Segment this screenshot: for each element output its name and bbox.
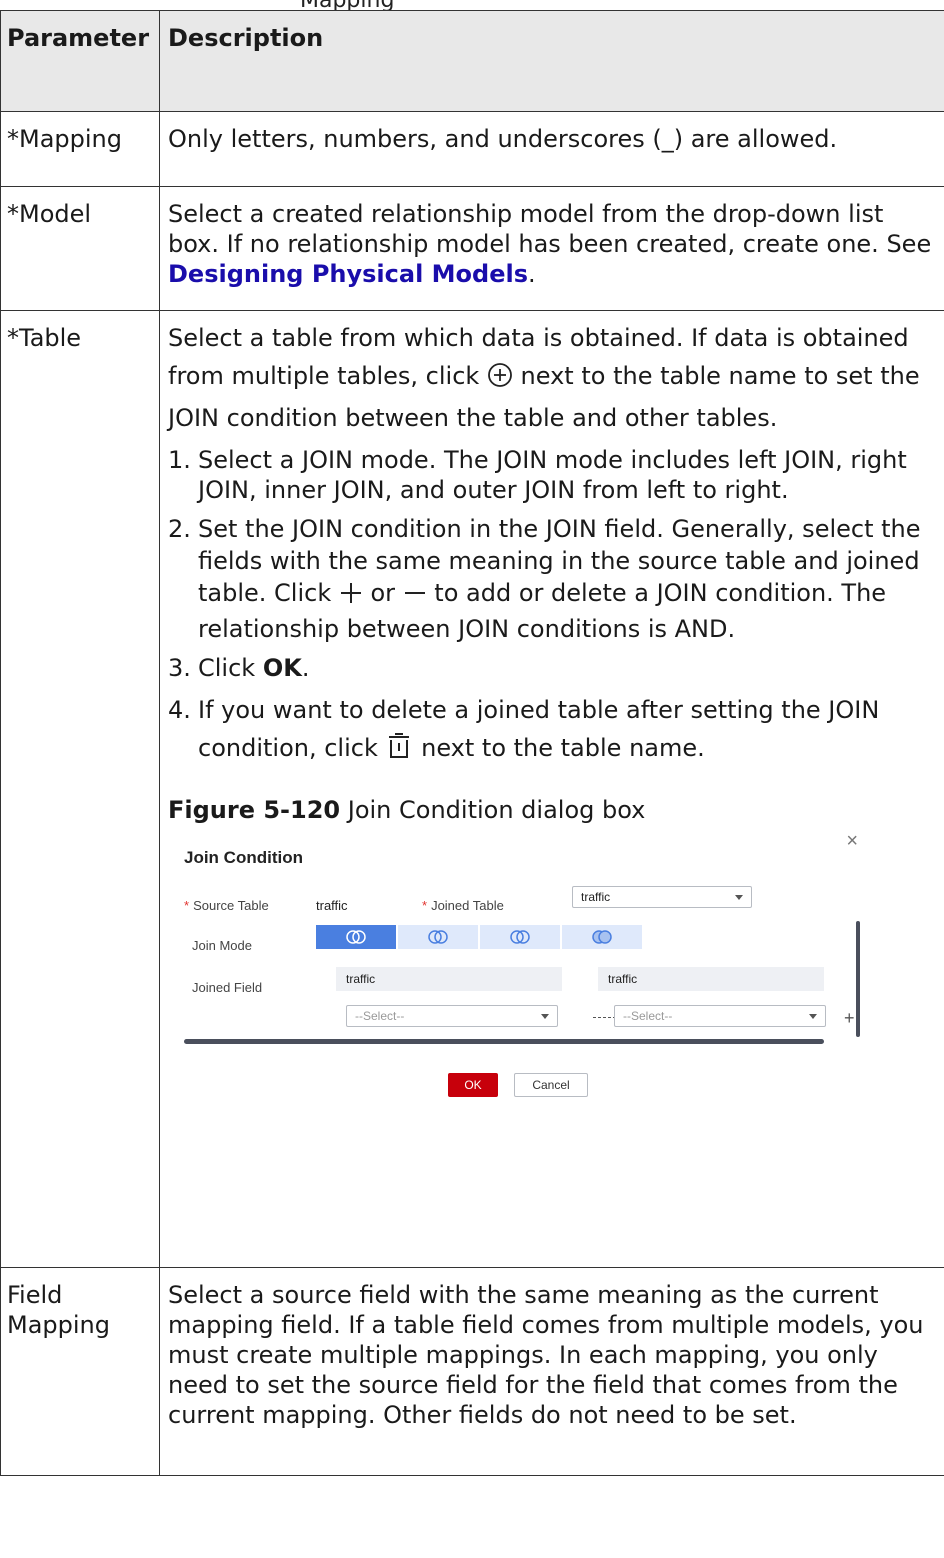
dialog-title: Join Condition (184, 848, 303, 867)
join-condition-dialog: Join Condition × * Source Table traffic *… (168, 831, 868, 1097)
ok-button[interactable]: OK (448, 1073, 498, 1097)
left-field-select[interactable]: --Select-- (346, 1005, 558, 1027)
cancel-button[interactable]: Cancel (514, 1073, 588, 1097)
join-mode-right-button[interactable] (398, 925, 478, 949)
list-item: 2. Set the JOIN condition in the JOIN fie… (168, 513, 938, 645)
source-table-value: traffic (316, 898, 348, 913)
designing-physical-models-link[interactable]: Designing Physical Models (168, 260, 528, 288)
vertical-scrollbar[interactable] (856, 921, 860, 1037)
chevron-down-icon (735, 895, 743, 900)
outer-join-icon (592, 930, 612, 944)
inner-join-icon (510, 930, 530, 944)
desc-model: Select a created relationship model from… (159, 186, 944, 311)
add-circle-icon (487, 361, 513, 399)
join-mode-inner-button[interactable] (480, 925, 560, 949)
step-text: Select a JOIN mode. The JOIN mode includ… (198, 446, 907, 504)
parameter-table: Parameter Description *Mapping Only lett… (0, 10, 944, 1476)
right-join-icon (428, 930, 448, 944)
table-row: *Model Select a created relationship mod… (0, 186, 944, 311)
step-text-end: . (301, 654, 310, 682)
plus-icon (339, 581, 363, 613)
figure-caption: Figure 5-120 Join Condition dialog box (168, 795, 938, 825)
join-mode-left-button[interactable] (316, 925, 396, 949)
required-mark: * (184, 898, 190, 913)
step-number: 4. (168, 696, 191, 724)
table-row: *Mapping Only letters, numbers, and unde… (0, 111, 944, 187)
list-item: 3. Click OK. (168, 653, 938, 683)
param-table: *Table (0, 310, 160, 1268)
joined-table-label-text: Joined Table (431, 898, 504, 913)
table-row: Field Mapping Select a source field with… (0, 1267, 944, 1476)
param-field-mapping: Field Mapping (0, 1267, 160, 1476)
join-mode-label: Join Mode (192, 938, 252, 953)
join-mode-outer-button[interactable] (562, 925, 642, 949)
desc-table-intro: Select a table from which data is obtain… (168, 319, 938, 437)
param-model: *Model (0, 186, 160, 311)
right-field-select[interactable]: --Select-- (614, 1005, 826, 1027)
desc-model-end: . (528, 260, 536, 288)
joined-field-label: Joined Field (192, 980, 263, 995)
param-mapping: *Mapping (0, 111, 160, 187)
step-number: 2. (168, 515, 191, 543)
source-table-label-text: Source Table (193, 898, 269, 913)
desc-field-mapping: Select a source field with the same mean… (159, 1267, 944, 1476)
desc-mapping: Only letters, numbers, and underscores (… (159, 111, 944, 187)
joined-table-label: * Joined Table (422, 891, 504, 921)
joined-table-select-value: traffic (581, 890, 611, 904)
trash-icon (385, 732, 413, 771)
left-field-header: traffic (336, 967, 562, 991)
step-number: 1. (168, 446, 191, 474)
chevron-down-icon (809, 1014, 817, 1019)
figure-label: Figure 5-120 (168, 796, 341, 824)
step-bold-ok: OK (262, 654, 302, 682)
list-item: 1. Select a JOIN mode. The JOIN mode incl… (168, 445, 938, 505)
join-steps-list: 1. Select a JOIN mode. The JOIN mode incl… (168, 445, 938, 771)
left-field-select-placeholder: --Select-- (355, 1009, 405, 1023)
horizontal-scrollbar[interactable] (184, 1039, 824, 1044)
chevron-down-icon (541, 1014, 549, 1019)
figure-title: Join Condition dialog box (340, 796, 646, 824)
step-text-or: or (362, 579, 403, 607)
right-field-select-placeholder: --Select-- (623, 1009, 673, 1023)
table-header-row: Parameter Description (0, 10, 944, 112)
joined-table-select[interactable]: traffic (572, 886, 752, 908)
list-item: 4. If you want to delete a joined table a… (168, 691, 938, 771)
header-parameter: Parameter (0, 10, 160, 112)
source-table-label: * Source Table (184, 891, 269, 921)
desc-table: Select a table from which data is obtain… (159, 310, 944, 1268)
minus-icon (403, 581, 427, 613)
step-number: 3. (168, 654, 191, 682)
step-text: Click (198, 654, 263, 682)
close-icon[interactable]: × (846, 831, 858, 851)
required-mark: * (422, 898, 428, 913)
step-text-end: next to the table name. (413, 734, 705, 762)
left-join-icon (346, 930, 366, 944)
right-field-header: traffic (598, 967, 824, 991)
table-row: *Table Select a table from which data is… (0, 310, 944, 1268)
add-condition-plus-icon[interactable]: + (844, 1003, 855, 1033)
desc-model-text: Select a created relationship model from… (168, 200, 932, 258)
header-description: Description (159, 10, 944, 112)
